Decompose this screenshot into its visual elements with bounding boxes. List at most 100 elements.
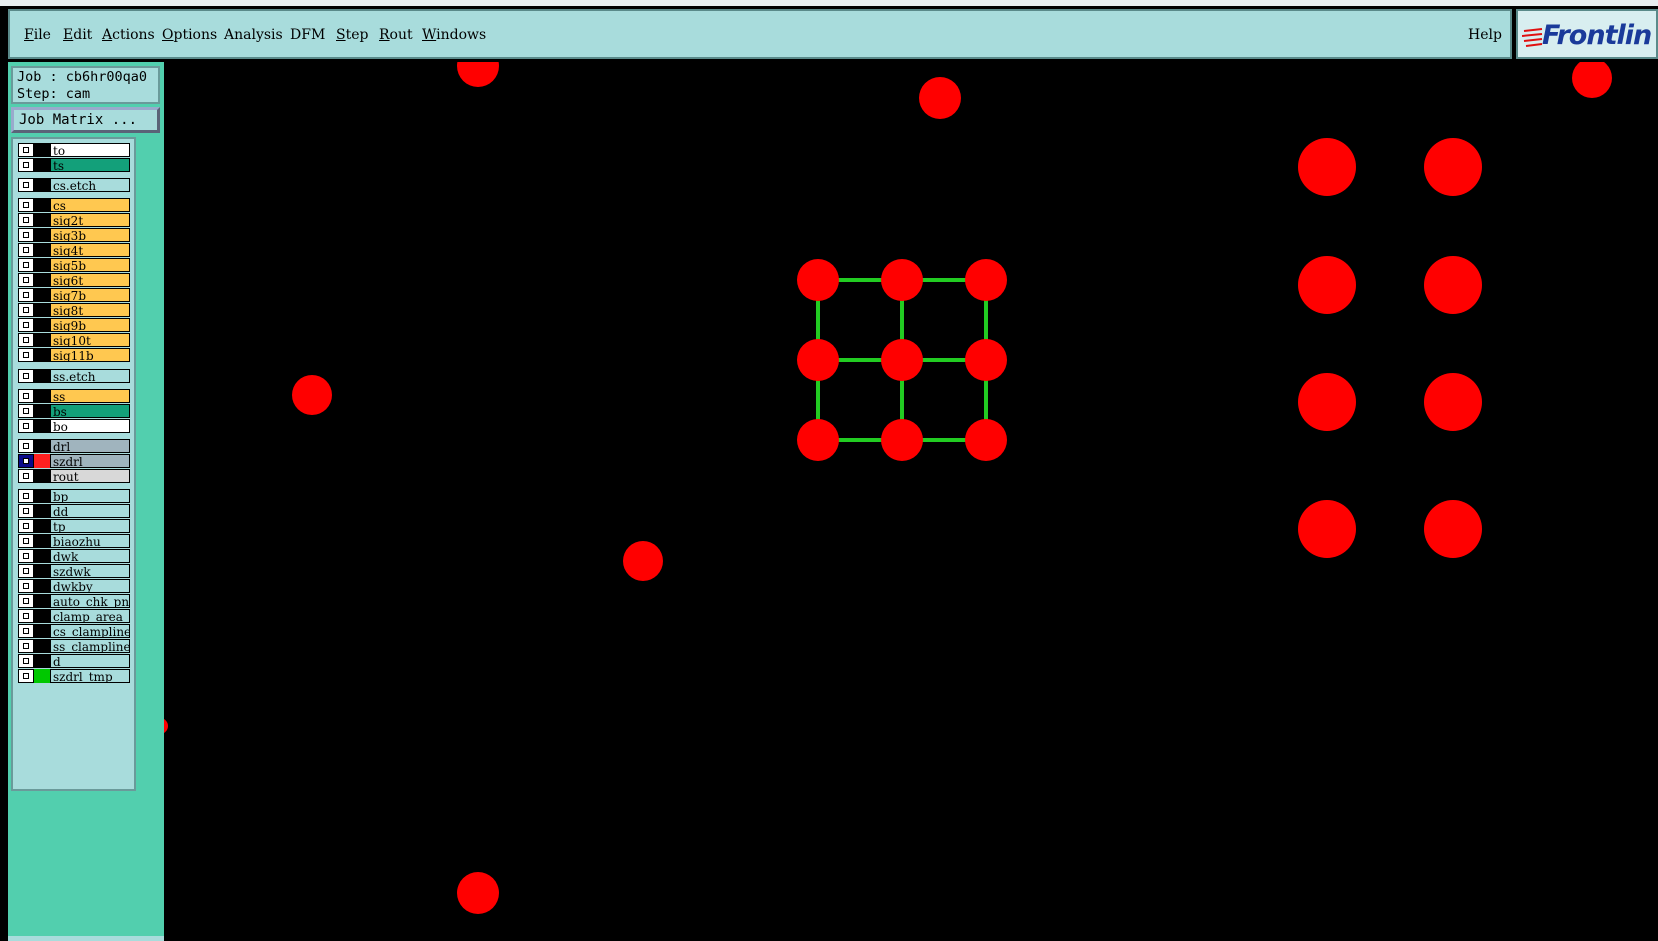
layer-name[interactable]: sig3b: [50, 228, 130, 242]
layer-checkbox[interactable]: [18, 504, 34, 518]
layer-name[interactable]: szdrl_tmp: [50, 669, 130, 683]
layer-row-sig3b[interactable]: sig3b: [18, 228, 138, 242]
layer-row-cs[interactable]: cs: [18, 198, 138, 212]
layer-checkbox[interactable]: [18, 333, 34, 347]
layer-row-d[interactable]: d: [18, 654, 138, 668]
layer-row-dwk[interactable]: dwk: [18, 549, 138, 563]
layer-color-swatch[interactable]: [34, 243, 50, 257]
menu-file[interactable]: File: [24, 27, 51, 43]
layer-color-swatch[interactable]: [34, 469, 50, 483]
layer-color-swatch[interactable]: [34, 198, 50, 212]
layer-row-ss-clampline[interactable]: ss_clampline: [18, 639, 138, 653]
menu-analysis[interactable]: Analysis: [224, 27, 283, 43]
layer-color-swatch[interactable]: [34, 228, 50, 242]
layer-row-rout[interactable]: rout: [18, 469, 138, 483]
layer-checkbox[interactable]: [18, 178, 34, 192]
layer-color-swatch[interactable]: [34, 213, 50, 227]
layer-checkbox[interactable]: [18, 639, 34, 653]
menu-dfm[interactable]: DFM: [290, 27, 325, 43]
layer-name[interactable]: to: [50, 143, 130, 157]
layer-color-swatch[interactable]: [34, 639, 50, 653]
layer-name[interactable]: sig6t: [50, 273, 130, 287]
layer-name[interactable]: szdwk: [50, 564, 130, 578]
layer-checkbox[interactable]: [18, 624, 34, 638]
layer-name[interactable]: dwk: [50, 549, 130, 563]
layer-row-dwkby[interactable]: dwkby: [18, 579, 138, 593]
layer-checkbox[interactable]: [18, 288, 34, 302]
layer-row-sig10t[interactable]: sig10t: [18, 333, 138, 347]
layer-name[interactable]: clamp_area: [50, 609, 130, 623]
layer-row-clamp-area[interactable]: clamp_area: [18, 609, 138, 623]
layer-color-swatch[interactable]: [34, 273, 50, 287]
layer-row-szdwk[interactable]: szdwk: [18, 564, 138, 578]
layer-checkbox[interactable]: [18, 389, 34, 403]
layer-name[interactable]: dwkby: [50, 579, 130, 593]
pcb-view[interactable]: [164, 62, 1658, 941]
layer-name[interactable]: ss_clampline: [50, 639, 130, 653]
layer-row-auto-chk-pnl[interactable]: auto_chk_pnl: [18, 594, 138, 608]
job-matrix-button[interactable]: Job Matrix ...: [11, 107, 160, 133]
layer-color-swatch[interactable]: [34, 504, 50, 518]
layer-row-ts[interactable]: ts: [18, 158, 138, 172]
layer-checkbox[interactable]: [18, 258, 34, 272]
layer-checkbox[interactable]: [18, 669, 34, 683]
layer-row-sig7b[interactable]: sig7b: [18, 288, 138, 302]
layer-color-swatch[interactable]: [34, 519, 50, 533]
layer-name[interactable]: dd: [50, 504, 130, 518]
layer-checkbox[interactable]: [18, 243, 34, 257]
layer-name[interactable]: sig10t: [50, 333, 130, 347]
layer-row-szdrl-tmp[interactable]: szdrl_tmp: [18, 669, 138, 683]
layer-name[interactable]: bp: [50, 489, 130, 503]
layer-color-swatch[interactable]: [34, 404, 50, 418]
layer-name[interactable]: ss.etch: [50, 369, 130, 383]
layer-checkbox[interactable]: [18, 489, 34, 503]
menu-rout[interactable]: Rout: [379, 27, 413, 43]
layer-row-to[interactable]: to: [18, 143, 138, 157]
layer-name[interactable]: sig4t: [50, 243, 130, 257]
layer-row-drl[interactable]: drl: [18, 439, 138, 453]
graphics-canvas[interactable]: [164, 62, 1658, 941]
layer-checkbox[interactable]: [18, 519, 34, 533]
menu-windows[interactable]: Windows: [422, 27, 486, 43]
layer-checkbox[interactable]: [18, 609, 34, 623]
layer-name[interactable]: bs: [50, 404, 130, 418]
layer-color-swatch[interactable]: [34, 534, 50, 548]
layer-checkbox[interactable]: [18, 579, 34, 593]
layer-name[interactable]: d: [50, 654, 130, 668]
layer-name[interactable]: sig7b: [50, 288, 130, 302]
layer-row-dd[interactable]: dd: [18, 504, 138, 518]
layer-checkbox[interactable]: [18, 213, 34, 227]
layer-name[interactable]: sig2t: [50, 213, 130, 227]
layer-checkbox[interactable]: [18, 534, 34, 548]
layer-color-swatch[interactable]: [34, 389, 50, 403]
layer-row-sig6t[interactable]: sig6t: [18, 273, 138, 287]
layer-checkbox[interactable]: [18, 369, 34, 383]
layer-name[interactable]: sig9b: [50, 318, 130, 332]
layer-name[interactable]: cs.etch: [50, 178, 130, 192]
layer-row-bp[interactable]: bp: [18, 489, 138, 503]
layer-name[interactable]: drl: [50, 439, 130, 453]
layer-name[interactable]: szdrl: [50, 454, 130, 468]
layer-name[interactable]: sig8t: [50, 303, 130, 317]
layer-color-swatch[interactable]: [34, 549, 50, 563]
layer-color-swatch[interactable]: [34, 594, 50, 608]
layer-checkbox[interactable]: [18, 143, 34, 157]
menu-options[interactable]: Options: [162, 27, 217, 43]
menu-help[interactable]: Help: [1468, 27, 1502, 43]
layer-color-swatch[interactable]: [34, 419, 50, 433]
layer-checkbox[interactable]: [18, 303, 34, 317]
layer-name[interactable]: auto_chk_pnl: [50, 594, 130, 608]
layer-row-ss-etch[interactable]: ss.etch: [18, 369, 138, 383]
layer-name[interactable]: rout: [50, 469, 130, 483]
layer-color-swatch[interactable]: [34, 333, 50, 347]
layer-row-tp[interactable]: tp: [18, 519, 138, 533]
layer-row-cs-etch[interactable]: cs.etch: [18, 178, 138, 192]
layer-name[interactable]: cs_clampline: [50, 624, 130, 638]
layer-color-swatch[interactable]: [34, 143, 50, 157]
layer-checkbox[interactable]: [18, 419, 34, 433]
layer-row-szdrl[interactable]: szdrl: [18, 454, 138, 468]
layer-color-swatch[interactable]: [34, 158, 50, 172]
layer-name[interactable]: sig11b: [50, 348, 130, 362]
layer-name[interactable]: tp: [50, 519, 130, 533]
layer-checkbox[interactable]: [18, 454, 34, 468]
